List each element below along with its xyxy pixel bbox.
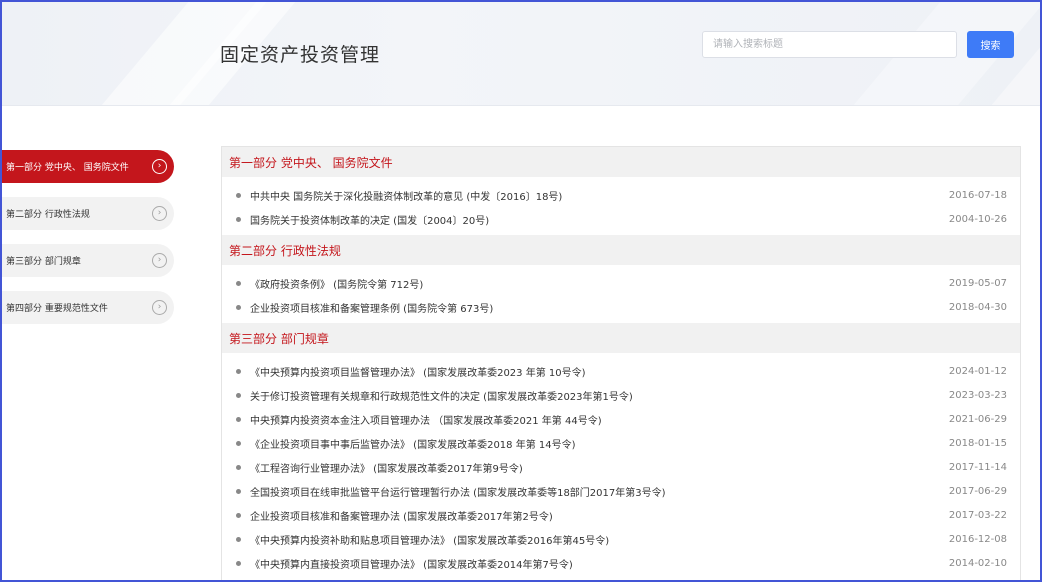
- bullet-icon: [236, 440, 241, 446]
- sidebar-item-part-2[interactable]: 第二部分 行政性法规 ›: [2, 197, 174, 230]
- bullet-icon: [236, 560, 241, 566]
- document-date: 2018-01-15: [948, 437, 1007, 449]
- bullet-icon: [236, 368, 241, 374]
- bullet-icon: [236, 392, 241, 398]
- bullet-icon: [236, 464, 241, 470]
- bullet-icon: [236, 280, 241, 286]
- document-date: 2018-04-30: [948, 301, 1007, 313]
- bullet-icon: [236, 512, 241, 518]
- document-date: 2017-03-22: [948, 509, 1007, 521]
- list-item[interactable]: 关于修订投资管理有关规章和行政规范性文件的决定 (国家发展改革委2023年第1号…: [222, 383, 1020, 407]
- document-date: 2024-01-12: [948, 365, 1007, 377]
- list-item[interactable]: 中央预算内投资资本金注入项目管理办法 （国家发展改革委2021 年第 44号令)…: [222, 407, 1020, 431]
- search-button[interactable]: 搜索: [967, 31, 1014, 58]
- list-item[interactable]: 《企业投资项目事中事后监管办法》 (国家发展改革委2018 年第 14号令) 2…: [222, 431, 1020, 455]
- document-date: 2021-06-29: [948, 413, 1007, 425]
- document-link[interactable]: 关于修订投资管理有关规章和行政规范性文件的决定 (国家发展改革委2023年第1号…: [250, 388, 633, 403]
- search-input[interactable]: [702, 31, 957, 58]
- list-item[interactable]: 《政府投资条例》 (国务院令第 712号) 2019-05-07: [222, 271, 1020, 295]
- sidebar-item-label: 第二部分 行政性法规: [6, 210, 90, 220]
- document-link[interactable]: 中共中央 国务院关于深化投融资体制改革的意见 (中发〔2016〕18号): [250, 188, 562, 203]
- sidebar-item-label: 第四部分 重要规范性文件: [6, 304, 108, 314]
- bullet-icon: [236, 304, 241, 310]
- document-link[interactable]: 《中央预算内投资项目监督管理办法》 (国家发展改革委2023 年第 10号令): [250, 364, 586, 379]
- section-title: 第二部分 行政性法规: [222, 235, 1020, 265]
- sidebar-item-part-3[interactable]: 第三部分 部门规章 ›: [2, 244, 174, 277]
- document-date: 2004-10-26: [948, 213, 1007, 225]
- document-link[interactable]: 企业投资项目核准和备案管理办法 (国家发展改革委2017年第2号令): [250, 508, 553, 523]
- chevron-right-icon: ›: [152, 300, 167, 315]
- document-date: 2016-12-08: [948, 533, 1007, 545]
- section-body: 《中央预算内投资项目监督管理办法》 (国家发展改革委2023 年第 10号令) …: [222, 353, 1020, 579]
- bullet-icon: [236, 536, 241, 542]
- document-list: 第一部分 党中央、 国务院文件 中共中央 国务院关于深化投融资体制改革的意见 (…: [221, 146, 1021, 582]
- sidebar-item-part-1[interactable]: 第一部分 党中央、 国务院文件 ›: [2, 150, 174, 183]
- bullet-icon: [236, 416, 241, 422]
- sidebar-item-label: 第一部分 党中央、 国务院文件: [6, 163, 129, 173]
- document-link[interactable]: 《企业投资项目事中事后监管办法》 (国家发展改革委2018 年第 14号令): [250, 436, 576, 451]
- document-link[interactable]: 《政府投资条例》 (国务院令第 712号): [250, 276, 423, 291]
- list-item[interactable]: 中共中央 国务院关于深化投融资体制改革的意见 (中发〔2016〕18号) 201…: [222, 183, 1020, 207]
- sidebar-item-label: 第三部分 部门规章: [6, 257, 81, 267]
- list-item[interactable]: 国务院关于投资体制改革的决定 (国发〔2004〕20号) 2004-10-26: [222, 207, 1020, 231]
- document-date: 2016-07-18: [948, 189, 1007, 201]
- sidebar: 第一部分 党中央、 国务院文件 › 第二部分 行政性法规 › 第三部分 部门规章…: [2, 150, 174, 338]
- chevron-right-icon: ›: [152, 253, 167, 268]
- section-title: 第一部分 党中央、 国务院文件: [222, 147, 1020, 177]
- page-title: 固定资产投资管理: [220, 44, 381, 66]
- list-item[interactable]: 《中央预算内投资项目监督管理办法》 (国家发展改革委2023 年第 10号令) …: [222, 359, 1020, 383]
- document-link[interactable]: 《中央预算内直接投资项目管理办法》 (国家发展改革委2014年第7号令): [250, 556, 573, 571]
- document-link[interactable]: 企业投资项目核准和备案管理条例 (国务院令第 673号): [250, 300, 493, 315]
- bullet-icon: [236, 192, 241, 198]
- chevron-right-icon: ›: [152, 206, 167, 221]
- section-body: 《政府投资条例》 (国务院令第 712号) 2019-05-07 企业投资项目核…: [222, 265, 1020, 323]
- bullet-icon: [236, 488, 241, 494]
- section-title: 第三部分 部门规章: [222, 323, 1020, 353]
- document-link[interactable]: 全国投资项目在线审批监管平台运行管理暂行办法 (国家发展改革委等18部门2017…: [250, 484, 666, 499]
- document-link[interactable]: 《工程咨询行业管理办法》 (国家发展改革委2017年第9号令): [250, 460, 523, 475]
- document-link[interactable]: 中央预算内投资资本金注入项目管理办法 （国家发展改革委2021 年第 44号令): [250, 412, 602, 427]
- sidebar-item-part-4[interactable]: 第四部分 重要规范性文件 ›: [2, 291, 174, 324]
- list-item[interactable]: 企业投资项目核准和备案管理条例 (国务院令第 673号) 2018-04-30: [222, 295, 1020, 319]
- list-item[interactable]: 《工程咨询行业管理办法》 (国家发展改革委2017年第9号令) 2017-11-…: [222, 455, 1020, 479]
- document-link[interactable]: 《中央预算内投资补助和贴息项目管理办法》 (国家发展改革委2016年第45号令): [250, 532, 609, 547]
- document-date: 2019-05-07: [948, 277, 1007, 289]
- document-date: 2014-02-10: [948, 557, 1007, 569]
- document-date: 2017-11-14: [948, 461, 1007, 473]
- list-item[interactable]: 企业投资项目核准和备案管理办法 (国家发展改革委2017年第2号令) 2017-…: [222, 503, 1020, 527]
- section-body: 中共中央 国务院关于深化投融资体制改革的意见 (中发〔2016〕18号) 201…: [222, 177, 1020, 235]
- document-date: 2023-03-23: [948, 389, 1007, 401]
- list-item[interactable]: 《中央预算内投资补助和贴息项目管理办法》 (国家发展改革委2016年第45号令)…: [222, 527, 1020, 551]
- chevron-right-icon: ›: [152, 159, 167, 174]
- document-link[interactable]: 国务院关于投资体制改革的决定 (国发〔2004〕20号): [250, 212, 489, 227]
- list-item[interactable]: 《中央预算内直接投资项目管理办法》 (国家发展改革委2014年第7号令) 201…: [222, 551, 1020, 575]
- list-item[interactable]: 全国投资项目在线审批监管平台运行管理暂行办法 (国家发展改革委等18部门2017…: [222, 479, 1020, 503]
- bullet-icon: [236, 216, 241, 222]
- document-date: 2017-06-29: [948, 485, 1007, 497]
